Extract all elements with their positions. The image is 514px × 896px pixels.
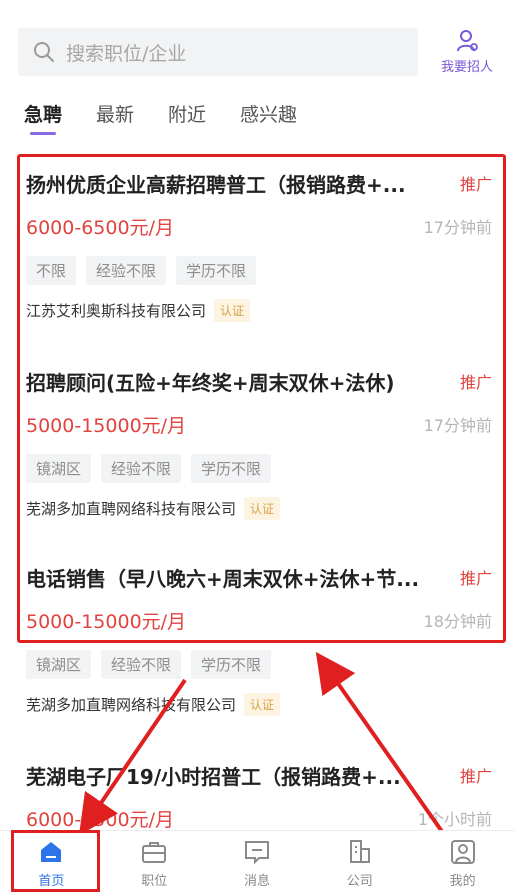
promo-badge: 推广 [459, 569, 492, 588]
job-title: 芜湖电子厂19/小时招普工（报销路费+... [26, 764, 401, 789]
promo-badge: 推广 [459, 373, 492, 392]
nav-home[interactable]: 首页 [0, 831, 103, 896]
job-tag: 镜湖区 [26, 454, 92, 483]
job-title: 扬州优质企业高薪招聘普工（报销路费+... [26, 172, 406, 197]
job-salary: 5000-15000元/月 [26, 610, 187, 633]
search-input[interactable]: 搜索职位/企业 [18, 28, 418, 76]
job-title: 电话销售（早八晚六+周末双休+法休+节... [26, 566, 420, 591]
recruit-button[interactable]: 我要招人 [432, 28, 502, 80]
job-tag: 经验不限 [101, 454, 182, 483]
job-tag: 经验不限 [101, 650, 182, 679]
search-placeholder: 搜索职位/企业 [66, 42, 187, 65]
briefcase-icon [142, 842, 167, 863]
search-icon [34, 42, 54, 62]
job-salary: 5000-15000元/月 [26, 414, 187, 437]
job-card[interactable]: 电话销售（早八晚六+周末双休+法休+节... 推广 5000-15000元/月 … [26, 562, 492, 716]
tab-urgent[interactable]: 急聘 [24, 100, 62, 135]
tab-nearby[interactable]: 附近 [168, 100, 206, 135]
nav-company[interactable]: 公司 [308, 831, 411, 896]
job-tag: 学历不限 [176, 256, 257, 285]
recruit-label: 我要招人 [440, 60, 493, 75]
job-card[interactable]: 招聘顾问(五险+年终奖+周末双休+法休) 推广 5000-15000元/月 17… [26, 366, 492, 520]
posted-time: 17分钟前 [423, 218, 492, 237]
recruiter-icon [457, 30, 478, 52]
message-icon [244, 841, 269, 865]
job-title: 招聘顾问(五险+年终奖+周末双休+法休) [26, 370, 395, 395]
building-icon [349, 840, 370, 863]
nav-messages[interactable]: 消息 [206, 831, 309, 896]
job-tabs: 急聘 最新 附近 感兴趣 [24, 100, 331, 135]
posted-time: 18分钟前 [423, 612, 492, 631]
home-icon [41, 842, 62, 862]
job-tag: 学历不限 [191, 454, 272, 483]
posted-time: 17分钟前 [423, 416, 492, 435]
job-tag: 镜湖区 [26, 650, 92, 679]
job-tag: 经验不限 [86, 256, 167, 285]
nav-jobs-label: 职位 [141, 874, 168, 889]
company-name: 芜湖多加直聘网络科技有限公司 [26, 696, 237, 714]
job-tag: 不限 [26, 256, 77, 285]
job-card[interactable]: 芜湖电子厂19/小时招普工（报销路费+... 推广 6000-6500元/月 1… [26, 760, 492, 832]
tab-interested[interactable]: 感兴趣 [240, 100, 297, 135]
promo-badge: 推广 [459, 175, 492, 194]
verified-badge: 认证 [244, 693, 281, 716]
tab-latest[interactable]: 最新 [96, 100, 134, 135]
verified-badge: 认证 [244, 497, 281, 520]
promo-badge: 推广 [459, 767, 492, 786]
nav-company-label: 公司 [346, 874, 373, 889]
nav-home-label: 首页 [38, 874, 65, 889]
nav-profile-label: 我的 [449, 874, 476, 889]
company-name: 芜湖多加直聘网络科技有限公司 [26, 500, 237, 518]
nav-messages-label: 消息 [243, 874, 270, 889]
posted-time: 1个小时前 [417, 810, 492, 829]
profile-icon [450, 840, 475, 864]
job-card[interactable]: 扬州优质企业高薪招聘普工（报销路费+... 推广 6000-6500元/月 17… [26, 168, 492, 322]
job-tag: 学历不限 [191, 650, 272, 679]
verified-badge: 认证 [214, 299, 251, 322]
nav-profile[interactable]: 我的 [411, 831, 514, 896]
job-salary: 6000-6500元/月 [26, 216, 174, 239]
bottom-nav: 首页 职位 消息 公司 我的 [0, 830, 514, 896]
company-name: 江苏艾利奥斯科技有限公司 [26, 302, 207, 320]
nav-jobs[interactable]: 职位 [103, 831, 206, 896]
job-salary: 6000-6500元/月 [26, 808, 174, 831]
